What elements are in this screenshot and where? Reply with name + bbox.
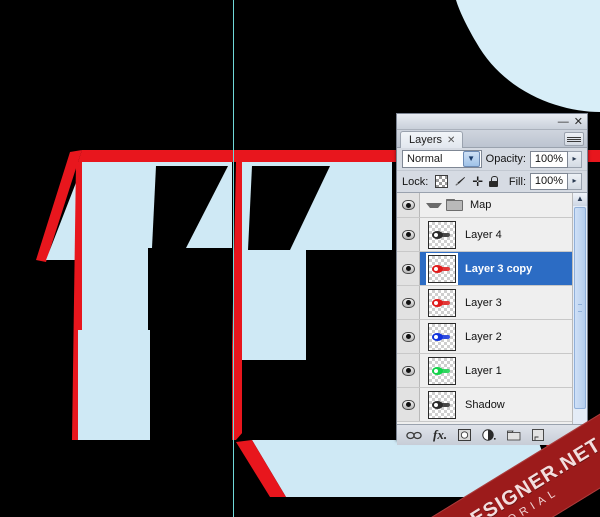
eye-icon[interactable]: [401, 365, 415, 376]
chevron-down-icon[interactable]: ▼: [462, 151, 480, 167]
layer-row[interactable]: Layer 3: [397, 286, 587, 320]
scrollbar-grip: [578, 304, 582, 312]
layer-name: Layer 1: [465, 364, 502, 377]
opacity-input[interactable]: 100%: [530, 150, 568, 168]
tab-layers[interactable]: Layers ✕: [400, 131, 464, 148]
layer-name: Layer 3 copy: [465, 262, 533, 275]
opacity-slider-icon[interactable]: ▸: [568, 150, 582, 168]
layer-name: Map: [470, 199, 492, 211]
blend-mode-select[interactable]: Normal ▼: [402, 150, 482, 168]
minimize-icon[interactable]: —: [558, 116, 569, 127]
layer-style-button[interactable]: fx.: [433, 427, 448, 442]
eye-icon[interactable]: [401, 229, 415, 240]
eye-icon[interactable]: [401, 297, 415, 308]
lock-image-pixels-icon[interactable]: [454, 176, 466, 188]
layer-thumbnail[interactable]: [428, 390, 456, 419]
new-group-button[interactable]: [507, 428, 521, 442]
layer-name: Layer 2: [465, 330, 502, 343]
blend-mode-row[interactable]: Normal ▼ Opacity: 100% ▸: [397, 148, 587, 171]
tab-layers-label: Layers: [409, 134, 443, 146]
lock-all-icon[interactable]: [489, 176, 499, 187]
blend-mode-value: Normal: [407, 153, 443, 165]
layer-row[interactable]: Layer 4: [397, 218, 587, 252]
scroll-up-icon[interactable]: ▲: [573, 193, 587, 207]
scrollbar-thumb[interactable]: [574, 207, 586, 409]
panel-titlebar[interactable]: — ✕: [397, 114, 587, 130]
layers-panel[interactable]: — ✕ Layers ✕ Normal ▼ Opacity: 100% ▸ Lo…: [396, 113, 588, 445]
close-icon[interactable]: ✕: [574, 116, 583, 127]
fill-label: Fill:: [508, 175, 526, 188]
chevron-down-icon[interactable]: [426, 202, 442, 208]
layer-name: Layer 3: [465, 296, 502, 309]
new-layer-button[interactable]: [532, 428, 545, 442]
layer-thumbnail[interactable]: [428, 254, 456, 283]
panel-menu-icon[interactable]: [564, 132, 584, 146]
fill-slider-icon[interactable]: ▸: [568, 173, 582, 190]
visibility-toggle[interactable]: [397, 286, 420, 319]
layer-list[interactable]: Map Layer 4 Layer 3 copy Layer 3 Layer 2…: [397, 193, 587, 425]
visibility-toggle[interactable]: [397, 320, 420, 353]
layer-thumbnail[interactable]: [428, 220, 456, 249]
layer-name: Layer 4: [465, 228, 502, 241]
layer-style-label: fx.: [433, 427, 448, 442]
layer-thumbnail[interactable]: [428, 288, 456, 317]
link-layers-button[interactable]: [406, 428, 422, 442]
opacity-label: Opacity:: [485, 153, 526, 165]
layer-row-selected[interactable]: Layer 3 copy: [397, 252, 587, 286]
layer-name: Shadow: [465, 398, 505, 411]
visibility-toggle[interactable]: [397, 354, 420, 387]
lock-position-icon[interactable]: ✛: [472, 175, 483, 188]
visibility-toggle[interactable]: [397, 388, 420, 421]
eye-icon[interactable]: [401, 399, 415, 410]
eye-icon[interactable]: [401, 263, 415, 274]
layer-thumbnail[interactable]: [428, 356, 456, 385]
eye-icon[interactable]: [401, 331, 415, 342]
visibility-toggle[interactable]: [397, 218, 420, 251]
vertical-guide: [233, 0, 234, 517]
eye-icon[interactable]: [401, 200, 415, 210]
lock-transparent-pixels-icon[interactable]: [435, 175, 449, 188]
layer-thumbnail[interactable]: [428, 322, 456, 351]
layer-row[interactable]: Layer 2: [397, 320, 587, 354]
adjustment-layer-button[interactable]: [482, 428, 496, 442]
visibility-toggle[interactable]: [397, 252, 420, 285]
lock-row[interactable]: Lock: ✛ Fill: 100% ▸: [397, 171, 587, 193]
layer-row[interactable]: Shadow: [397, 388, 587, 422]
layer-mask-button[interactable]: [458, 428, 472, 442]
visibility-toggle[interactable]: [397, 193, 420, 217]
screenshot-root: — ✕ Layers ✕ Normal ▼ Opacity: 100% ▸ Lo…: [0, 0, 600, 517]
panel-tab-row[interactable]: Layers ✕: [397, 130, 587, 148]
folder-icon: [446, 199, 463, 211]
layer-list-scrollbar[interactable]: ▲: [572, 193, 587, 424]
layer-row[interactable]: Layer 1: [397, 354, 587, 388]
fill-input[interactable]: 100%: [530, 173, 568, 190]
lock-label: Lock:: [402, 175, 429, 188]
tab-close-icon[interactable]: ✕: [447, 135, 455, 146]
layer-row-group-map[interactable]: Map: [397, 193, 587, 218]
